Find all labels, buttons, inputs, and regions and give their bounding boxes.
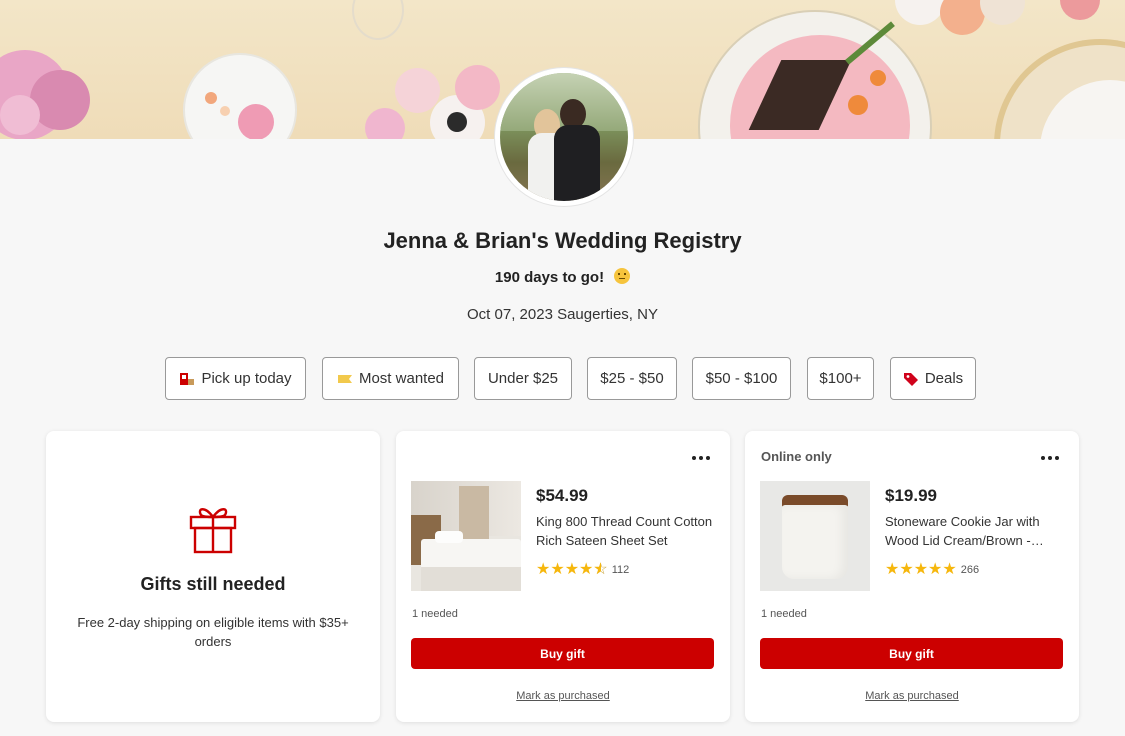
gifts-needed-card: Gifts still needed Free 2-day shipping o…: [46, 431, 380, 722]
emoji-icon: [614, 268, 631, 284]
filter-100-plus[interactable]: $100+: [807, 357, 874, 400]
product-card: $54.99 King 800 Thread Count Cotton Rich…: [396, 431, 730, 722]
filter-label: Under $25: [487, 370, 559, 387]
filter-most-wanted[interactable]: Most wanted: [322, 357, 459, 400]
product-image[interactable]: [760, 481, 870, 591]
gifts-needed-heading: Gifts still needed: [140, 574, 286, 594]
filter-label: Most wanted: [358, 370, 445, 387]
filter-label: Pick up today: [201, 370, 292, 387]
filter-25-50[interactable]: $25 - $50: [587, 357, 677, 400]
gifts-needed-subtext: Free 2-day shipping on eligible items wi…: [77, 615, 349, 649]
filter-50-100[interactable]: $50 - $100: [692, 357, 791, 400]
product-price: $54.99: [536, 486, 588, 505]
product-name[interactable]: King 800 Thread Count Cotton Rich Sateen…: [536, 512, 714, 550]
more-options-icon[interactable]: [1041, 449, 1061, 463]
quantity-needed: 1 needed: [412, 608, 458, 620]
review-count: 266: [960, 564, 980, 576]
couple-avatar: [495, 68, 633, 206]
filter-label: $50 - $100: [705, 370, 778, 387]
quantity-needed: 1 needed: [761, 608, 807, 620]
rating-stars-icon: ★★★★★: [885, 561, 957, 578]
filter-label: $100+: [819, 370, 862, 387]
mark-as-purchased-link[interactable]: Mark as purchased: [745, 690, 1079, 702]
product-image[interactable]: [411, 481, 521, 591]
store-pickup-icon: [179, 371, 195, 387]
filter-label: Deals: [924, 370, 964, 387]
mark-as-purchased-link[interactable]: Mark as purchased: [396, 690, 730, 702]
filter-label: $25 - $50: [600, 370, 664, 387]
ticket-icon: [337, 371, 353, 387]
product-rating: ★★★★★ 266: [885, 562, 979, 578]
countdown-label: 190 days to go!: [494, 269, 605, 286]
more-options-icon[interactable]: [692, 449, 712, 463]
gift-icon: [187, 502, 239, 559]
review-count: 112: [611, 564, 630, 576]
filter-pick-up-today[interactable]: Pick up today: [165, 357, 306, 400]
product-name[interactable]: Stoneware Cookie Jar with Wood Lid Cream…: [885, 512, 1063, 550]
buy-gift-button[interactable]: Buy gift: [760, 638, 1063, 669]
product-card: Online only $19.99 Stoneware Cookie Jar …: [745, 431, 1079, 722]
buy-gift-button[interactable]: Buy gift: [411, 638, 714, 669]
product-price: $19.99: [885, 486, 937, 505]
rating-stars-icon: ★★★★☆ ★: [536, 561, 608, 578]
filter-deals[interactable]: Deals: [890, 357, 976, 400]
tag-icon: [903, 371, 919, 387]
filter-under-25[interactable]: Under $25: [474, 357, 572, 400]
event-date-location: Oct 07, 2023 Saugerties, NY: [467, 306, 658, 323]
product-rating: ★★★★☆ ★ 112: [536, 562, 629, 578]
registry-title: Jenna & Brian's Wedding Registry: [383, 228, 742, 253]
product-badge: Online only: [761, 449, 832, 464]
countdown-text: 190 days to go!: [0, 268, 1125, 286]
